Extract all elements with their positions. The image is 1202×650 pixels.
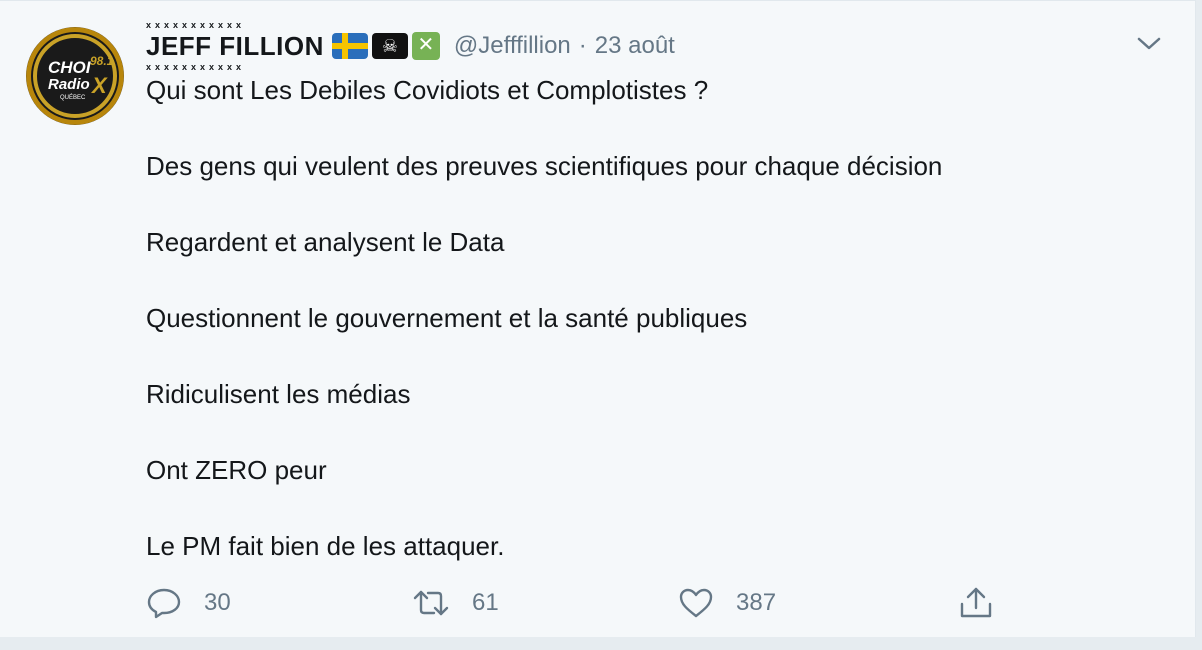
svg-text:Radio: Radio — [48, 76, 90, 93]
tweet-line: Qui sont Les Debiles Covidiots et Complo… — [146, 75, 709, 105]
author-name-text[interactable]: JEFF FILLION — [146, 31, 324, 61]
more-options-button[interactable] — [1134, 31, 1164, 55]
swedish-flag-icon — [331, 33, 368, 59]
svg-text:98.1: 98.1 — [90, 54, 114, 68]
retweet-count: 61 — [472, 589, 499, 616]
reply-button[interactable]: 30 — [146, 581, 231, 625]
tweet-actions: 30 61 387 — [146, 581, 1046, 625]
tweet-date[interactable]: 23 août — [595, 32, 675, 60]
reply-icon — [147, 588, 181, 619]
retweet-button[interactable]: 61 — [412, 581, 499, 625]
author-handle[interactable]: @Jefffillion — [454, 32, 571, 60]
chevron-down-icon — [1137, 37, 1161, 50]
timeline-divider — [0, 637, 1202, 650]
tweet-line: Des gens qui veulent des preuves scienti… — [146, 151, 943, 181]
svg-text:CHOI: CHOI — [48, 58, 92, 77]
tweet-header: xxxxxxxxxxx JEFF FILLION xxxxxxxxxxx ☠ ✕… — [146, 21, 675, 72]
choi-radio-x-logo-icon: CHOI 98.1 Radio X QUÉBEC — [31, 32, 119, 120]
svg-text:X: X — [90, 73, 108, 98]
svg-text:QUÉBEC: QUÉBEC — [60, 94, 86, 101]
avatar[interactable]: CHOI 98.1 Radio X QUÉBEC — [26, 27, 124, 125]
tweet-text: Qui sont Les Debiles Covidiots et Complo… — [146, 71, 1166, 565]
tweet-line: Le PM fait bien de les attaquer. — [146, 531, 505, 561]
tweet-line: Questionnent le gouvernement et la santé… — [146, 303, 748, 333]
share-icon — [960, 587, 992, 618]
like-count: 387 — [736, 589, 777, 616]
tweet-line: Ridiculisent les médias — [146, 379, 411, 409]
reply-count: 30 — [204, 589, 231, 616]
share-button[interactable] — [958, 581, 1016, 625]
like-button[interactable]: 387 — [678, 581, 776, 625]
heart-icon — [679, 588, 713, 618]
retweet-icon — [413, 590, 449, 616]
name-decoration-top: xxxxxxxxxxx — [146, 20, 246, 30]
tweet-card[interactable]: CHOI 98.1 Radio X QUÉBEC xxxxxxxxxxx JEF… — [0, 0, 1196, 637]
author-name[interactable]: xxxxxxxxxxx JEFF FILLION xxxxxxxxxxx — [146, 21, 324, 72]
tweet-line: Regardent et analysent le Data — [146, 227, 505, 257]
cross-mark-icon: ✕ — [411, 32, 440, 60]
pirate-flag-icon: ☠ — [371, 33, 408, 59]
separator-dot: · — [578, 32, 587, 59]
tweet-line: Ont ZERO peur — [146, 455, 327, 485]
